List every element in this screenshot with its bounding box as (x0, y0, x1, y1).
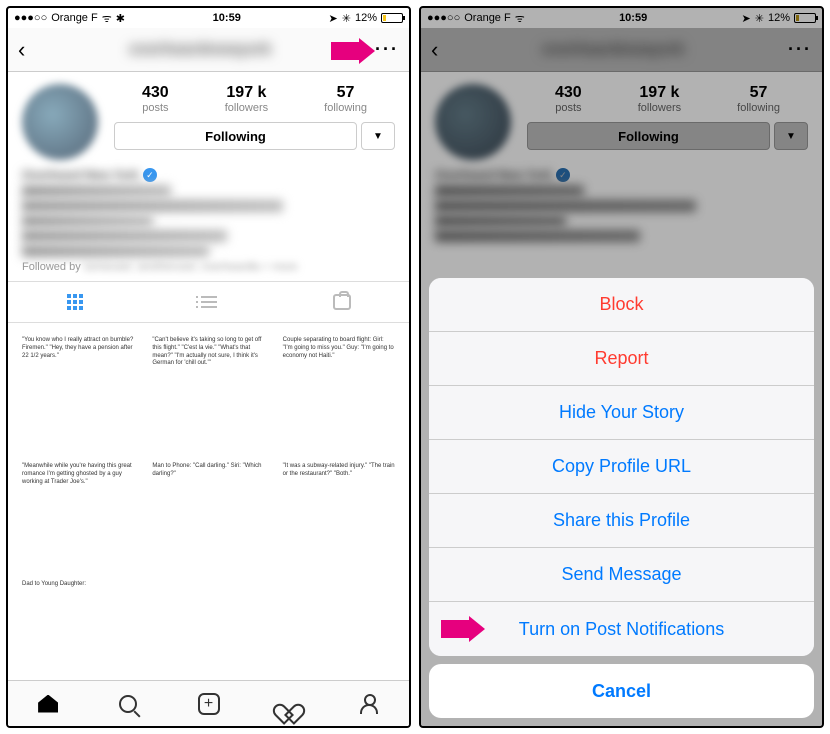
post-thumb[interactable]: "You know who I really attract on bumble… (16, 331, 140, 451)
bluetooth-icon: ✳ (342, 12, 351, 25)
battery-percent: 12% (355, 12, 377, 24)
post-thumb[interactable]: "Can't believe it's taking so long to ge… (146, 331, 270, 451)
nav-bar: ‹ overheardnewyork ··· (8, 28, 409, 72)
post-thumb[interactable]: Couple separating to board flight: Girl:… (277, 331, 401, 451)
callout-arrow (331, 38, 375, 64)
carrier-label: Orange F (51, 12, 97, 24)
post-thumb[interactable] (277, 575, 401, 672)
wifi-icon: ᯤ (102, 11, 112, 26)
tagged-icon (333, 294, 351, 310)
clock: 10:59 (213, 12, 241, 24)
followed-by[interactable]: Followed by someuser, anotheruser, overh… (22, 261, 395, 273)
post-thumb[interactable]: "It was a subway-related injury." "The t… (277, 457, 401, 569)
list-icon (201, 296, 217, 308)
plus-icon: + (198, 693, 220, 715)
action-sheet: Block Report Hide Your Story Copy Profil… (429, 278, 814, 656)
nav-search[interactable] (88, 681, 168, 726)
heart-icon (279, 695, 299, 713)
stat-following[interactable]: 57 following (324, 84, 367, 114)
loading-icon: ✱ (116, 12, 125, 25)
bottom-nav: + (8, 680, 409, 726)
grid-icon (67, 294, 83, 310)
status-bar: ●●●○○ Orange F ᯤ ✱ 10:59 ➤ ✳ 12% (8, 8, 409, 28)
post-thumb[interactable]: Dad to Young Daughter: (16, 575, 140, 672)
following-button[interactable]: Following (114, 122, 357, 150)
nav-home[interactable] (8, 681, 88, 726)
location-icon: ➤ (329, 12, 338, 25)
action-post-notifications[interactable]: Turn on Post Notifications (429, 602, 814, 656)
nav-title: overheardnewyork (25, 41, 375, 59)
verified-badge-icon: ✓ (143, 168, 157, 182)
battery-icon (381, 13, 403, 23)
display-name: Overheard New York (22, 168, 139, 182)
home-icon (38, 695, 58, 713)
action-copy-url[interactable]: Copy Profile URL (429, 440, 814, 494)
avatar[interactable] (22, 84, 98, 160)
stat-followers[interactable]: 197 k followers (225, 84, 268, 114)
tab-list[interactable] (142, 282, 276, 322)
post-thumb[interactable] (146, 575, 270, 672)
profile-tabs (8, 281, 409, 323)
action-sheet-overlay[interactable]: Block Report Hide Your Story Copy Profil… (421, 8, 822, 726)
signal-dots: ●●●○○ (14, 12, 47, 24)
posts-grid: "You know who I really attract on bumble… (8, 323, 409, 680)
tab-tagged[interactable] (275, 282, 409, 322)
bio: Overheard New York ✓ Followed by someuse… (8, 168, 409, 281)
phone-right: ●●●○○Orange Fᯤ 10:59 ➤✳12% ‹ overheardne… (419, 6, 824, 728)
nav-profile[interactable] (329, 681, 409, 726)
action-share-profile[interactable]: Share this Profile (429, 494, 814, 548)
profile-header: 430 posts 197 k followers 57 following F… (8, 72, 409, 168)
stat-posts[interactable]: 430 posts (142, 84, 169, 114)
post-thumb[interactable]: "Meanwhile while you're having this grea… (16, 457, 140, 569)
nav-add[interactable]: + (168, 681, 248, 726)
action-send-message[interactable]: Send Message (429, 548, 814, 602)
more-options-button[interactable]: ··· (375, 39, 399, 60)
person-icon (360, 694, 378, 714)
tab-grid[interactable] (8, 282, 142, 322)
search-icon (119, 695, 137, 713)
action-cancel[interactable]: Cancel (429, 664, 814, 718)
back-button[interactable]: ‹ (18, 37, 25, 63)
post-thumb[interactable]: Man to Phone: "Call darling." Siri: "Whi… (146, 457, 270, 569)
action-block[interactable]: Block (429, 278, 814, 332)
callout-arrow (441, 616, 485, 642)
nav-activity[interactable] (249, 681, 329, 726)
phone-left: ●●●○○ Orange F ᯤ ✱ 10:59 ➤ ✳ 12% ‹ overh… (6, 6, 411, 728)
action-report[interactable]: Report (429, 332, 814, 386)
action-hide-story[interactable]: Hide Your Story (429, 386, 814, 440)
suggestions-dropdown-button[interactable]: ▼ (361, 122, 395, 150)
